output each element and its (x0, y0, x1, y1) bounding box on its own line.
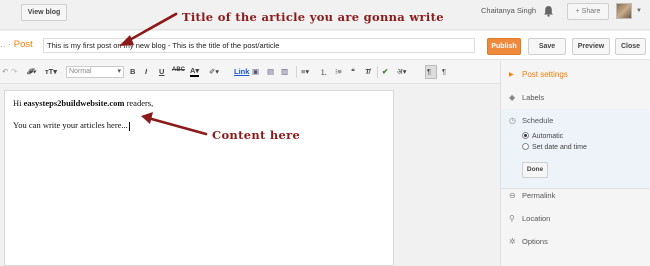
post-title-input[interactable]: This is my first post on my new blog - T… (43, 38, 475, 53)
avatar[interactable] (616, 3, 632, 19)
chevron-down-icon[interactable]: ▼ (636, 8, 642, 14)
done-button[interactable]: Done (522, 162, 548, 178)
input-tools-icon[interactable]: अ▾ (397, 67, 407, 77)
user-name[interactable]: Chaitanya Singh (481, 6, 536, 15)
automatic-radio[interactable]: Automatic (522, 132, 563, 140)
schedule-panel: ◷ Schedule Automatic Set date and time D… (501, 109, 650, 188)
clock-icon: ◷ (509, 116, 516, 125)
spellcheck-icon[interactable]: ✔ (382, 67, 388, 76)
format-select[interactable]: Normal (66, 66, 124, 78)
bell-icon[interactable] (543, 5, 554, 17)
font-size-icon[interactable]: тT▾ (45, 67, 57, 76)
link-button[interactable]: Link (234, 67, 249, 76)
toolbar-divider (377, 66, 378, 78)
view-blog-button[interactable]: View blog (21, 4, 67, 21)
clear-format-icon[interactable]: T̸ (365, 67, 370, 76)
post-body-editor[interactable]: Hi easysteps2buildwebsite.com readers, Y… (4, 90, 394, 266)
video-icon[interactable]: ▤ (267, 67, 274, 76)
image-icon[interactable]: ▣ (252, 67, 259, 76)
highlight-icon[interactable]: ✐▾ (209, 67, 219, 76)
tag-icon: ◆ (509, 93, 516, 102)
ltr-icon[interactable]: ¶ (427, 67, 431, 76)
text-cursor (128, 121, 130, 131)
bulleted-list-icon[interactable]: ⁝≡ (335, 67, 342, 76)
editor-frame: Hi easysteps2buildwebsite.com readers, Y… (0, 85, 500, 266)
editor-line: You can write your articles here... (13, 120, 130, 131)
toolbar-divider (296, 66, 297, 78)
redo-icon[interactable]: ↷ (11, 67, 17, 76)
post-label: .. · Post (0, 39, 33, 50)
save-button[interactable]: Save (528, 38, 566, 55)
bold-icon[interactable]: B (130, 67, 135, 76)
publish-button[interactable]: Publish (487, 38, 521, 55)
post-settings-sidebar: ▶ Post settings ◆ Labels ◷ Schedule Auto… (500, 61, 650, 266)
link-icon: ⊖ (509, 191, 516, 200)
share-button[interactable]: + Share (567, 3, 609, 20)
jump-break-icon[interactable]: ▥ (281, 67, 288, 76)
numbered-list-icon[interactable]: ⒈ (320, 67, 328, 78)
post-title-row: .. · Post This is my first post on my ne… (0, 31, 650, 60)
font-family-icon[interactable]: 𝓕▾ (27, 67, 36, 77)
pin-icon: ⚲ (509, 214, 515, 223)
triangle-right-icon: ▶ (509, 72, 514, 78)
close-button[interactable]: Close (615, 38, 646, 55)
top-bar: View blog Title of the article you are g… (0, 0, 650, 30)
set-date-radio[interactable]: Set date and time (522, 143, 587, 151)
italic-icon[interactable]: I (145, 67, 147, 76)
gear-icon: ✲ (509, 237, 516, 246)
rtl-icon[interactable]: ¶ (442, 67, 446, 76)
align-icon[interactable]: ≡▾ (301, 67, 309, 76)
text-color-icon[interactable]: A▾ (190, 67, 200, 77)
quote-icon[interactable]: ❝ (351, 67, 355, 76)
annotation-content-note: Content here (212, 128, 301, 142)
editor-line: Hi easysteps2buildwebsite.com readers, (13, 98, 154, 108)
undo-icon[interactable]: ↶ (2, 67, 8, 76)
editor-toolbar: ↶ ↷ 𝓕▾ тT▾ Normal B I U ABC A▾ ✐▾ Link ▣… (0, 61, 500, 84)
preview-button[interactable]: Preview (572, 38, 610, 55)
strikethrough-icon[interactable]: ABC (172, 67, 185, 73)
annotation-title-note: Title of the article you are gonna write (182, 10, 444, 24)
sidebar-divider (501, 188, 650, 189)
underline-icon[interactable]: U (159, 67, 164, 76)
